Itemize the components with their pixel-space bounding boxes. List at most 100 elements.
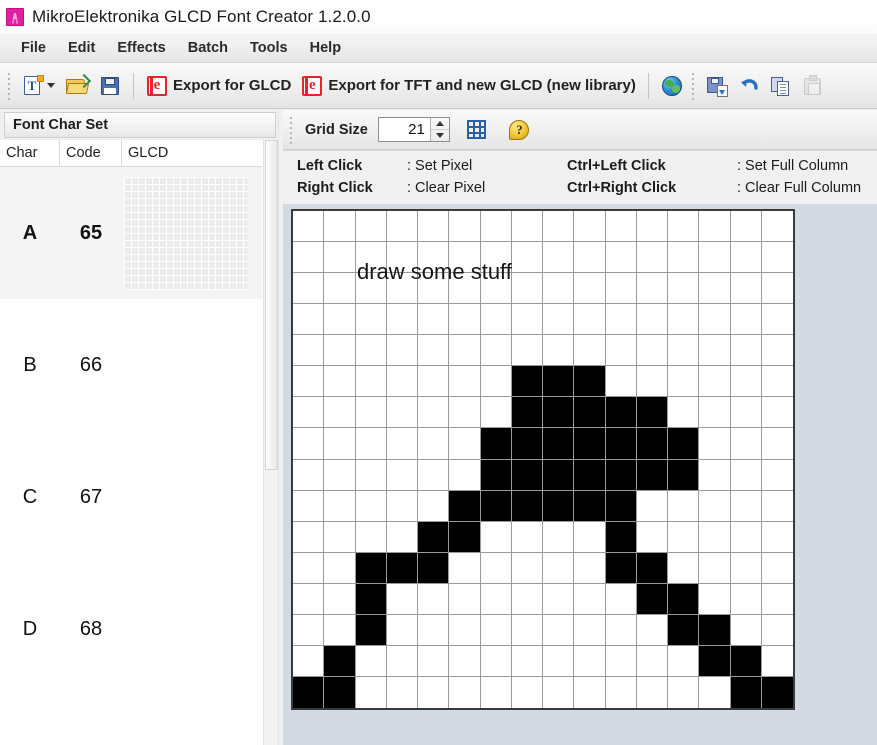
pixel-cell[interactable] <box>418 645 450 677</box>
toolbar-grip-2[interactable] <box>689 70 697 101</box>
pixel-cell[interactable] <box>761 645 793 677</box>
pixel-cell[interactable] <box>386 645 418 677</box>
pixel-cell[interactable] <box>761 335 793 367</box>
web-button[interactable] <box>656 68 688 104</box>
pixel-cell[interactable] <box>511 459 543 491</box>
toggle-grid-button[interactable] <box>460 114 493 145</box>
pixel-cell[interactable] <box>386 273 418 305</box>
pixel-cell[interactable] <box>605 552 637 584</box>
save-font-button[interactable] <box>94 68 126 104</box>
pixel-cell[interactable] <box>511 676 543 708</box>
pixel-cell[interactable] <box>386 335 418 367</box>
pixel-cell[interactable] <box>543 335 575 367</box>
pixel-cell[interactable] <box>355 335 387 367</box>
pixel-cell[interactable] <box>699 645 731 677</box>
pixel-cell[interactable] <box>699 490 731 522</box>
pixel-cell[interactable] <box>699 211 731 243</box>
pixel-cell[interactable] <box>449 490 481 522</box>
pixel-cell[interactable] <box>730 335 762 367</box>
pixel-cell[interactable] <box>418 366 450 398</box>
pixel-cell[interactable] <box>511 397 543 429</box>
pixel-cell[interactable] <box>605 521 637 553</box>
pixel-cell[interactable] <box>605 645 637 677</box>
pixel-cell[interactable] <box>386 366 418 398</box>
pixel-cell[interactable] <box>511 366 543 398</box>
pixel-cell[interactable] <box>761 242 793 274</box>
pixel-cell[interactable] <box>480 583 512 615</box>
pixel-cell[interactable] <box>636 397 668 429</box>
pixel-cell[interactable] <box>605 366 637 398</box>
pixel-cell[interactable] <box>699 614 731 646</box>
pixel-cell[interactable] <box>574 552 606 584</box>
pixel-cell[interactable] <box>511 242 543 274</box>
pixel-cell[interactable] <box>699 459 731 491</box>
pixel-cell[interactable] <box>324 490 356 522</box>
pixel-cell[interactable] <box>668 583 700 615</box>
pixel-cell[interactable] <box>668 304 700 336</box>
pixel-cell[interactable] <box>636 304 668 336</box>
pixel-cell[interactable] <box>324 273 356 305</box>
scrollbar-thumb[interactable] <box>265 140 278 470</box>
pixel-cell[interactable] <box>636 645 668 677</box>
pixel-cell[interactable] <box>511 490 543 522</box>
pixel-cell[interactable] <box>418 583 450 615</box>
pixel-cell[interactable] <box>355 459 387 491</box>
pixel-cell[interactable] <box>668 397 700 429</box>
pixel-cell[interactable] <box>480 366 512 398</box>
table-row[interactable]: C 67 <box>0 431 262 563</box>
pixel-cell[interactable] <box>668 490 700 522</box>
pixel-cell[interactable] <box>574 273 606 305</box>
pixel-cell[interactable] <box>386 242 418 274</box>
pixel-cell[interactable] <box>324 583 356 615</box>
pixel-cell[interactable] <box>449 335 481 367</box>
pixel-cell[interactable] <box>668 521 700 553</box>
pixel-cell[interactable] <box>730 242 762 274</box>
pixel-cell[interactable] <box>480 459 512 491</box>
pixel-cell[interactable] <box>605 583 637 615</box>
pixel-cell[interactable] <box>574 490 606 522</box>
export-glcd-button[interactable]: e Export for GLCD <box>141 68 296 104</box>
pixel-cell[interactable] <box>543 614 575 646</box>
pixel-cell[interactable] <box>418 614 450 646</box>
pixel-cell[interactable] <box>324 397 356 429</box>
pixel-cell[interactable] <box>574 366 606 398</box>
pixel-cell[interactable] <box>636 676 668 708</box>
pixel-cell[interactable] <box>668 366 700 398</box>
pixel-cell[interactable] <box>293 397 325 429</box>
menu-edit[interactable]: Edit <box>57 37 106 59</box>
pixel-cell[interactable] <box>761 273 793 305</box>
pixel-cell[interactable] <box>324 366 356 398</box>
pixel-cell[interactable] <box>386 676 418 708</box>
pixel-cell[interactable] <box>699 242 731 274</box>
pixel-cell[interactable] <box>449 242 481 274</box>
pixel-cell[interactable] <box>543 521 575 553</box>
pixel-cell[interactable] <box>761 366 793 398</box>
pixel-cell[interactable] <box>355 552 387 584</box>
pixel-cell[interactable] <box>511 211 543 243</box>
pixel-cell[interactable] <box>355 583 387 615</box>
open-font-button[interactable] <box>60 68 94 104</box>
pixel-cell[interactable] <box>761 459 793 491</box>
pixel-cell[interactable] <box>761 614 793 646</box>
pixel-cell[interactable] <box>293 335 325 367</box>
pixel-cell[interactable] <box>480 676 512 708</box>
pixel-cell[interactable] <box>480 242 512 274</box>
pixel-cell[interactable] <box>511 552 543 584</box>
pixel-grid[interactable] <box>293 211 793 708</box>
pixel-cell[interactable] <box>636 614 668 646</box>
pixel-cell[interactable] <box>668 211 700 243</box>
pixel-cell[interactable] <box>511 645 543 677</box>
pixel-cell[interactable] <box>418 335 450 367</box>
pixel-cell[interactable] <box>668 552 700 584</box>
pixel-cell[interactable] <box>543 304 575 336</box>
grid-toolbar-grip[interactable] <box>288 114 295 145</box>
pixel-cell[interactable] <box>699 273 731 305</box>
pixel-cell[interactable] <box>668 676 700 708</box>
pixel-cell[interactable] <box>355 645 387 677</box>
pixel-cell[interactable] <box>730 521 762 553</box>
pixel-cell[interactable] <box>605 676 637 708</box>
pixel-cell[interactable] <box>605 614 637 646</box>
pixel-cell[interactable] <box>386 583 418 615</box>
menu-file[interactable]: File <box>10 37 57 59</box>
pixel-cell[interactable] <box>418 490 450 522</box>
